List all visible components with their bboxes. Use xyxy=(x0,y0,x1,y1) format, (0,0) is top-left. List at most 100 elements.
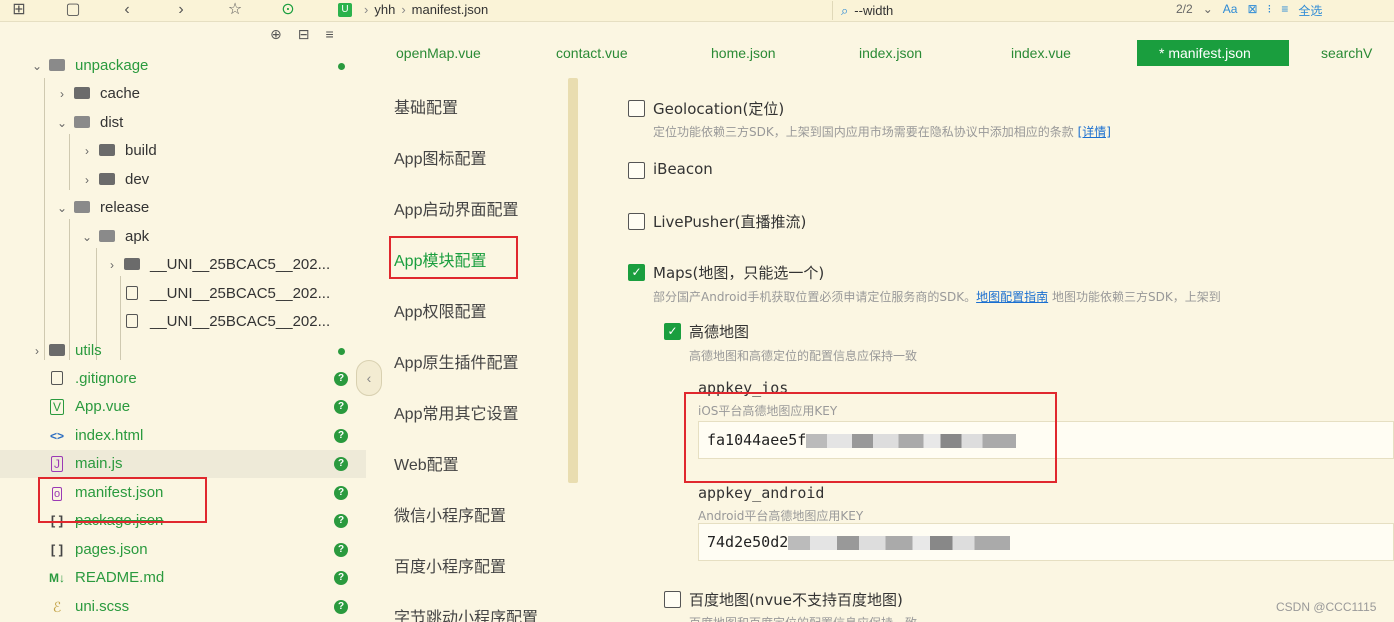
tree-item[interactable]: [ ] pages.json? xyxy=(0,536,366,564)
amap-checkbox[interactable]: ✓ xyxy=(664,323,681,340)
chevron-right-icon[interactable]: › xyxy=(30,337,44,365)
menu-icon[interactable]: ≡ xyxy=(325,26,333,43)
chevron-right-icon[interactable]: › xyxy=(80,137,94,165)
breadcrumb-file[interactable]: manifest.json xyxy=(412,2,489,17)
chevron-right-icon[interactable]: › xyxy=(105,251,119,279)
nav-scrollbar[interactable] xyxy=(568,78,578,483)
untracked-badge: ? xyxy=(334,571,348,586)
baidu-map-label: 百度地图(nvue不支持百度地图) xyxy=(689,591,903,609)
chevron-down-icon[interactable]: ⌄ xyxy=(1203,2,1213,19)
tree-item[interactable]: ⌄ unpackage xyxy=(0,52,366,80)
back-icon[interactable]: ‹ xyxy=(116,0,138,20)
tree-item[interactable]: › build xyxy=(0,137,366,165)
nav-app-icon[interactable]: App图标配置 xyxy=(394,145,486,169)
new-file-icon[interactable]: ⊞ xyxy=(8,0,30,20)
app-modules-panel: Geolocation(定位) 定位功能依赖三方SDK，上架到国内应用市场需要在… xyxy=(578,68,1394,622)
tab-manifest-json[interactable]: * manifest.json xyxy=(1137,40,1289,66)
nav-app-splash[interactable]: App启动界面配置 xyxy=(394,196,518,220)
tree-item[interactable]: V App.vue? xyxy=(0,393,366,421)
word-icon[interactable]: ⁝ xyxy=(1268,2,1272,19)
untracked-badge: ? xyxy=(334,599,348,614)
untracked-badge: ? xyxy=(334,371,348,386)
tab-openmap-vue[interactable]: openMap.vue xyxy=(396,40,481,66)
ibeacon-checkbox[interactable] xyxy=(628,162,645,179)
nav-web[interactable]: Web配置 xyxy=(394,451,459,475)
collapse-all-icon[interactable]: ⊟ xyxy=(298,26,310,43)
untracked-badge: ? xyxy=(334,485,348,500)
chevron-down-icon[interactable]: ⌄ xyxy=(80,223,94,251)
tree-item[interactable]: ⌄ dist xyxy=(0,109,366,137)
chevron-right-icon[interactable]: › xyxy=(55,80,69,108)
geolocation-details-link[interactable]: [详情] xyxy=(1078,125,1111,139)
geolocation-checkbox[interactable] xyxy=(628,100,645,117)
tree-item[interactable]: M↓ README.md? xyxy=(0,564,366,592)
nav-toutiao[interactable]: 字节跳动小程序配置 xyxy=(394,604,538,622)
appkey-android-input[interactable]: 74d2e50d2 xyxy=(698,523,1394,561)
nav-app-other[interactable]: App常用其它设置 xyxy=(394,400,518,424)
tree-item-label: App.vue xyxy=(75,398,131,416)
nav-baidu[interactable]: 百度小程序配置 xyxy=(394,553,506,577)
tree-item-label: dist xyxy=(100,113,124,131)
file-icon xyxy=(48,365,66,393)
tab-index-json[interactable]: index.json xyxy=(859,40,922,66)
tree-item[interactable]: › utils xyxy=(0,337,366,365)
tree-item[interactable]: › dev xyxy=(0,166,366,194)
chevron-down-icon[interactable]: ⌄ xyxy=(55,109,69,137)
run-icon[interactable]: ⊙ xyxy=(277,0,299,20)
collapse-sidebar-button[interactable]: ‹ xyxy=(356,360,382,396)
folder-icon xyxy=(123,251,141,279)
tree-item[interactable]: __UNI__25BCAC5__202... xyxy=(0,308,366,336)
tree-item[interactable]: <> index.html? xyxy=(0,422,366,450)
baidu-map-checkbox[interactable] xyxy=(664,591,681,608)
tree-item[interactable]: .gitignore? xyxy=(0,365,366,393)
tree-item[interactable]: ⌄ release xyxy=(0,194,366,222)
tab-contact-vue[interactable]: contact.vue xyxy=(556,40,628,66)
search-input[interactable]: ⌕ --width xyxy=(832,1,1192,20)
tree-item[interactable]: ℰuni.scss? xyxy=(0,593,366,621)
nav-basic[interactable]: 基础配置 xyxy=(394,94,458,118)
tree-item[interactable]: › cache xyxy=(0,80,366,108)
nav-app-permissions[interactable]: App权限配置 xyxy=(394,298,486,322)
list-icon[interactable]: ≡ xyxy=(1281,2,1288,19)
chevron-down-icon[interactable]: ⌄ xyxy=(55,194,69,222)
chevron-right-icon[interactable]: › xyxy=(80,166,94,194)
untracked-badge: ? xyxy=(334,400,348,415)
regex-icon[interactable]: ⊠ xyxy=(1247,2,1257,19)
markdown-file-icon: M↓ xyxy=(49,571,65,586)
chevron-down-icon[interactable]: ⌄ xyxy=(30,52,44,80)
tree-item[interactable]: __UNI__25BCAC5__202... xyxy=(0,280,366,308)
star-icon[interactable]: ☆ xyxy=(224,0,246,20)
untracked-badge: ? xyxy=(334,428,348,443)
livepusher-label: LivePusher(直播推流) xyxy=(653,213,807,231)
maps-guide-link[interactable]: 地图配置指南 xyxy=(976,290,1048,304)
amap-desc: 高德地图和高德定位的配置信息应保持一致 xyxy=(689,349,918,363)
match-case-button[interactable]: Aa xyxy=(1223,2,1238,19)
tab-index-vue[interactable]: index.vue xyxy=(1011,40,1071,66)
save-icon[interactable]: ▢ xyxy=(62,0,84,20)
highlight-box-manifest xyxy=(38,477,207,523)
search-icon: ⌕ xyxy=(841,3,849,18)
maps-checkbox[interactable]: ✓ xyxy=(628,264,645,281)
nav-app-native-plugins[interactable]: App原生插件配置 xyxy=(394,349,518,373)
locate-icon[interactable]: ⊕ xyxy=(270,26,282,43)
select-all-button[interactable]: 全选 xyxy=(1298,2,1322,19)
tab-home-json[interactable]: home.json xyxy=(711,40,776,66)
vue-file-icon: V xyxy=(48,393,66,421)
file-icon xyxy=(123,308,141,336)
tree-item-label: uni.scss xyxy=(75,597,130,615)
geolocation-label: Geolocation(定位) xyxy=(653,100,785,118)
tab-searchv[interactable]: searchV xyxy=(1321,40,1372,66)
tree-item[interactable]: Jmain.js? xyxy=(0,450,366,479)
folder-open-icon xyxy=(48,52,66,80)
livepusher-checkbox[interactable] xyxy=(628,213,645,230)
folder-open-icon xyxy=(98,223,116,251)
project-explorer: ⊕ ⊟ ≡ ⌄ unpackage › cache ⌄ dist › build › dev ⌄ re… xyxy=(0,22,366,622)
tree-item[interactable]: ⌄ apk xyxy=(0,223,366,251)
nav-weixin[interactable]: 微信小程序配置 xyxy=(394,502,506,526)
project-icon: U xyxy=(338,2,352,17)
tree-item-label: __UNI__25BCAC5__202... xyxy=(150,256,331,274)
breadcrumb-project[interactable]: yhh xyxy=(374,2,395,17)
json-file-icon: [ ] xyxy=(50,541,64,557)
tree-item[interactable]: › __UNI__25BCAC5__202... xyxy=(0,251,366,279)
forward-icon[interactable]: › xyxy=(170,0,192,20)
